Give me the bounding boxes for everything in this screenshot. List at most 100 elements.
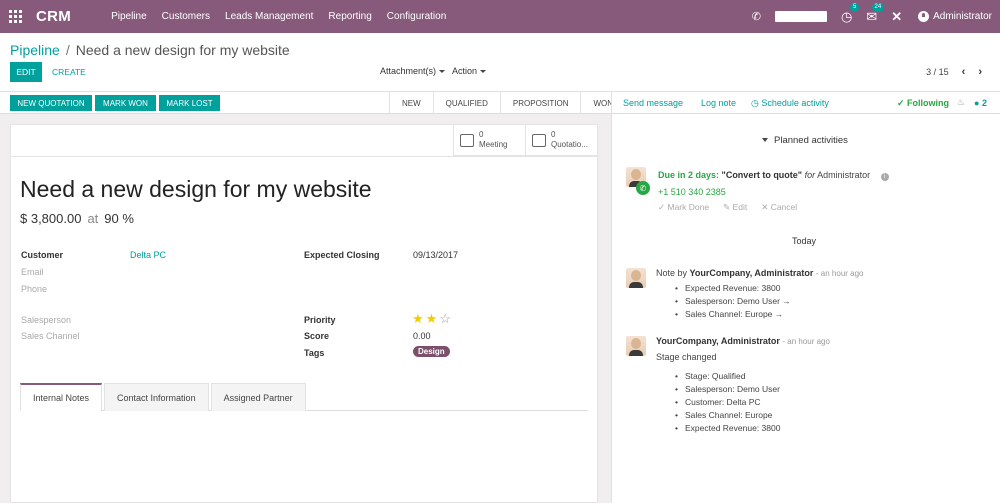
activity-phone[interactable]: +1 510 340 2385 <box>658 187 726 197</box>
tag-badge[interactable]: Design <box>413 346 450 357</box>
chatter-panel: Send message Log note ◷ Schedule activit… <box>611 91 1000 503</box>
following-button[interactable]: ✓ Following <box>897 98 949 109</box>
menu-item-reporting[interactable]: Reporting <box>328 11 371 22</box>
customer-field[interactable]: Delta PC <box>130 250 166 260</box>
followers-count: 2 <box>981 98 987 108</box>
stage-qualified[interactable]: QUALIFIED <box>432 92 500 114</box>
calendar-icon <box>460 133 474 147</box>
menu-item-leads-management[interactable]: Leads Management <box>225 11 313 22</box>
phone-icon[interactable]: ✆ <box>752 10 761 23</box>
meeting-label: Meeting <box>479 140 508 149</box>
apps-grid-icon[interactable] <box>9 10 22 23</box>
priority-stars[interactable]: ★ ★ ☆ <box>412 311 451 327</box>
send-message-button[interactable]: Send message <box>623 98 683 108</box>
stage-pipeline: NEW QUALIFIED PROPOSITION WON <box>389 92 625 114</box>
action-dropdown[interactable]: Action <box>452 66 487 76</box>
new-quotation-button[interactable]: NEW QUOTATION <box>10 95 92 111</box>
score-field: 0.00 <box>413 331 431 341</box>
message-avatar <box>626 336 646 356</box>
phone-call-icon: ✆ <box>636 181 650 195</box>
mark-lost-button[interactable]: MARK LOST <box>159 95 220 111</box>
stage-proposition[interactable]: PROPOSITION <box>499 92 581 114</box>
message-avatar <box>626 268 646 288</box>
mark-won-button[interactable]: MARK WON <box>95 95 156 111</box>
smart-buttons: 0 Meeting 0 Quotatio... <box>453 125 597 156</box>
tags-label: Tags <box>304 348 325 358</box>
tracking-value: Customer: Delta PC <box>675 396 780 409</box>
pager: 3 / 15 ‹ › <box>926 66 982 78</box>
caret-down-icon <box>480 70 487 74</box>
quotation-smart-text: 0 Quotatio... <box>551 130 588 150</box>
schedule-activity-button[interactable]: ◷ Schedule activity <box>751 98 829 109</box>
breadcrumb-separator: / <box>65 42 70 58</box>
expected-closing-label: Expected Closing <box>304 250 380 260</box>
activity-due: Due in 2 days: <box>658 170 720 180</box>
messages-icon[interactable]: ✉ 24 <box>866 2 885 25</box>
star-filled-icon[interactable]: ★ <box>426 311 438 327</box>
main-menu: Pipeline Customers Leads Management Repo… <box>111 11 461 22</box>
info-icon[interactable]: i <box>880 173 889 181</box>
voip-input[interactable] <box>774 11 827 22</box>
lead-title[interactable]: Need a new design for my website <box>20 176 372 203</box>
mark-done-button[interactable]: ✓ Mark Done <box>658 202 709 213</box>
bell-icon[interactable]: ♨ <box>957 97 965 108</box>
tab-internal-notes[interactable]: Internal Notes <box>20 383 103 411</box>
tracking-values: Expected Revenue: 3800 Salesperson: Demo… <box>675 282 791 321</box>
create-button[interactable]: CREATE <box>52 67 86 77</box>
probability-value[interactable]: 90 % <box>104 211 134 226</box>
edit-button[interactable]: EDIT <box>10 62 42 82</box>
breadcrumb-pipeline[interactable]: Pipeline <box>10 42 60 58</box>
mark-done-label: Mark Done <box>667 202 710 212</box>
user-avatar-icon <box>918 11 930 22</box>
tracking-value: Expected Revenue: 3800 <box>675 282 791 295</box>
tab-contact-information[interactable]: Contact Information <box>104 383 209 411</box>
activity-for: for <box>804 170 816 180</box>
pager-value[interactable]: 3 / 15 <box>926 67 949 77</box>
menu-item-customers[interactable]: Customers <box>162 11 210 22</box>
clock-icon: ◷ <box>751 98 762 108</box>
stage-new[interactable]: NEW <box>389 92 433 114</box>
phone-label: Phone <box>21 284 48 294</box>
chevron-right-icon[interactable]: › <box>978 66 982 78</box>
activity-clock-icon[interactable]: ◷ 5 <box>841 2 860 25</box>
message-author[interactable]: YourCompany, Administrator <box>690 268 814 278</box>
tab-assigned-partner[interactable]: Assigned Partner <box>210 383 306 411</box>
action-label: Action <box>452 66 478 76</box>
user-menu[interactable]: Administrator <box>918 11 992 22</box>
message-header: Note by YourCompany, Administrator - an … <box>656 268 864 278</box>
followers-button[interactable]: ● 2 <box>974 98 987 108</box>
expected-closing-field[interactable]: 09/13/2017 <box>413 250 458 260</box>
meeting-count: 0 <box>479 130 484 139</box>
star-empty-icon[interactable]: ☆ <box>439 311 451 327</box>
menu-item-configuration[interactable]: Configuration <box>387 11 446 22</box>
cancel-activity-button[interactable]: ✕ Cancel <box>761 202 797 213</box>
meeting-smart-text: 0 Meeting <box>479 130 507 150</box>
tracking-values: Stage: Qualified Salesperson: Demo User … <box>675 370 780 435</box>
close-icon[interactable]: ✕ <box>891 9 902 25</box>
message-author[interactable]: YourCompany, Administrator <box>656 336 780 346</box>
revenue-value[interactable]: $ 3,800.00 <box>20 211 81 226</box>
message-time: - an hour ago <box>782 337 830 346</box>
pencil-icon: ✎ <box>723 202 733 212</box>
date-separator-today: Today <box>792 236 817 246</box>
attachments-dropdown[interactable]: Attachment(s) <box>380 66 446 76</box>
sidebar-dropdowns: Attachment(s) Action <box>380 66 487 76</box>
quotation-label: Quotatio... <box>551 140 588 149</box>
email-label: Email <box>21 267 44 277</box>
tracking-value: Expected Revenue: 3800 <box>675 422 780 435</box>
star-filled-icon[interactable]: ★ <box>412 311 424 327</box>
top-navbar: CRM Pipeline Customers Leads Management … <box>0 0 1000 33</box>
tracking-value: Sales Channel: Europe → <box>675 308 791 321</box>
quotation-smart-button[interactable]: 0 Quotatio... <box>525 125 597 156</box>
chevron-left-icon[interactable]: ‹ <box>962 66 966 78</box>
planned-activities-toggle[interactable]: Planned activities <box>762 135 848 146</box>
tracking-value: Salesperson: Demo User <box>675 383 780 396</box>
message-prefix: Note by <box>656 268 688 278</box>
meeting-smart-button[interactable]: 0 Meeting <box>453 125 525 156</box>
edit-activity-label: Edit <box>732 202 748 212</box>
log-note-button[interactable]: Log note <box>701 98 736 108</box>
menu-item-pipeline[interactable]: Pipeline <box>111 11 147 22</box>
caret-down-icon <box>762 138 768 143</box>
person-icon: ● <box>974 98 982 108</box>
edit-activity-button[interactable]: ✎ Edit <box>723 202 747 213</box>
